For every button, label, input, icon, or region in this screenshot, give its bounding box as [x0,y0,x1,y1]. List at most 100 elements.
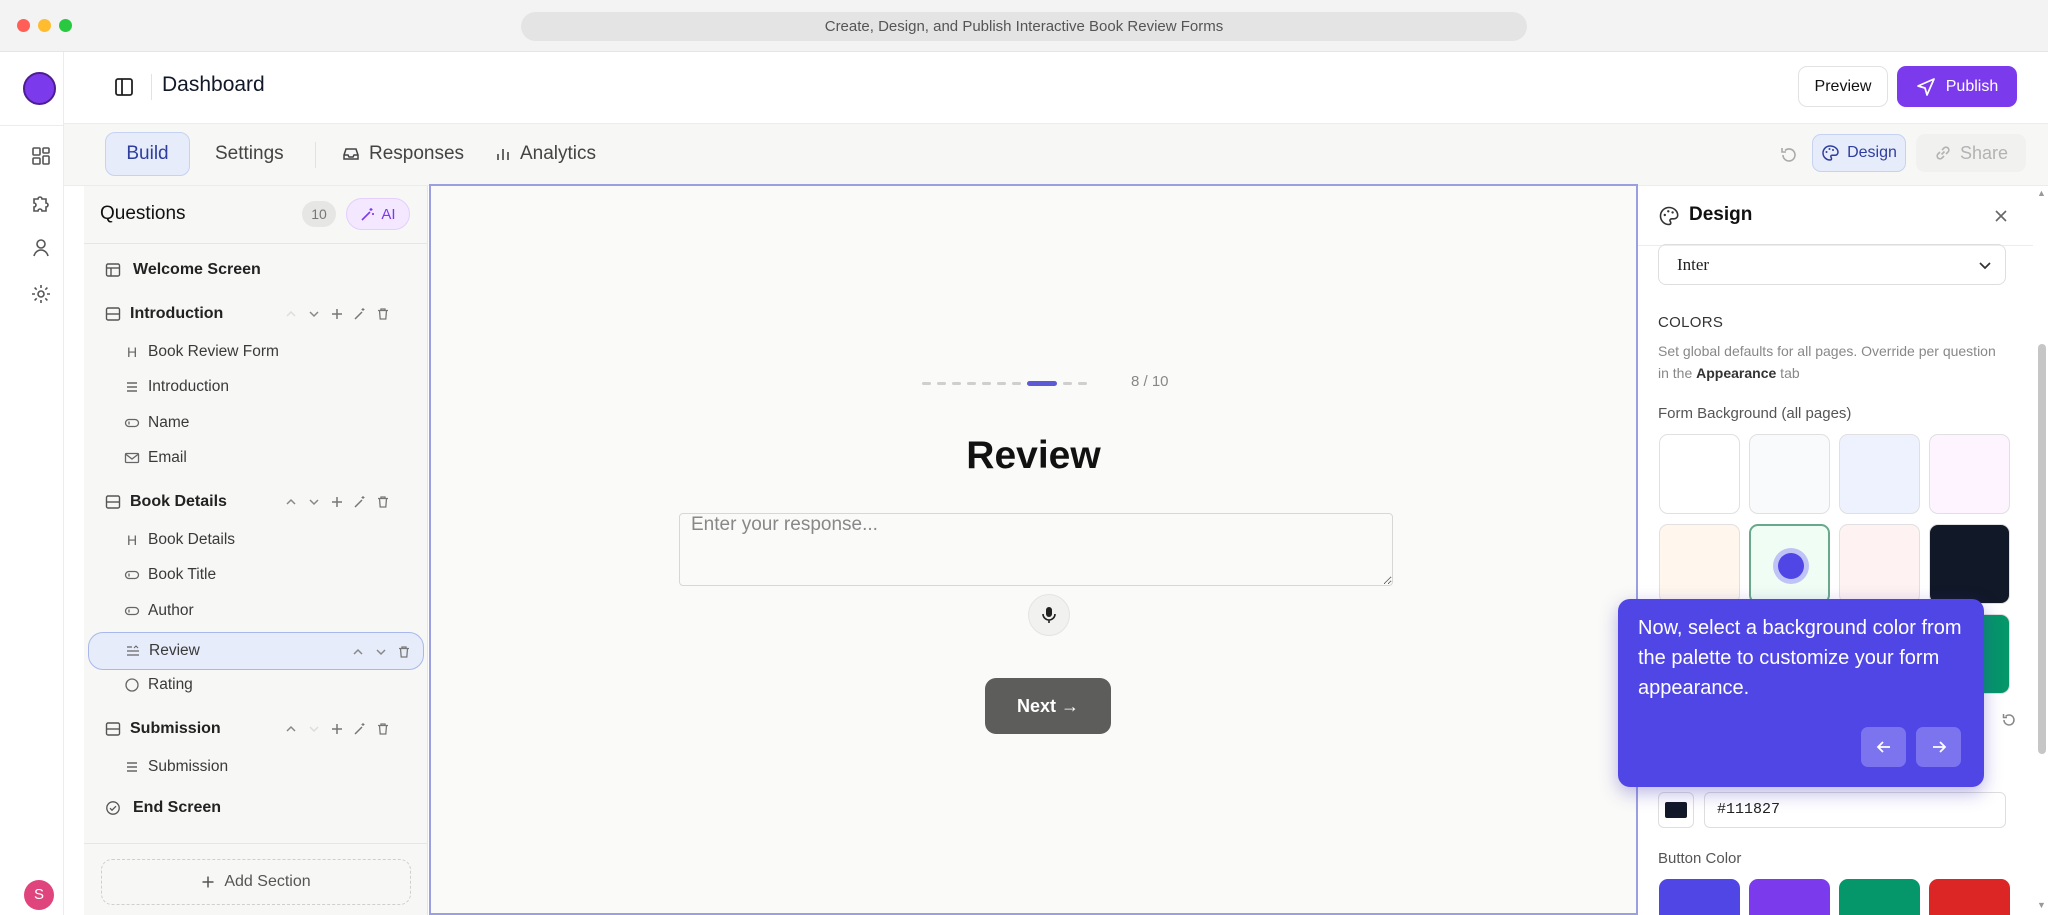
question-label: Book Review Form [148,343,279,360]
question-item[interactable]: Author [84,594,428,628]
scrollbar-thumb[interactable] [2038,344,2046,754]
background-swatch[interactable] [1929,524,2010,604]
ai-button[interactable]: AI [346,198,410,230]
chevron-down-icon[interactable] [307,307,321,321]
background-swatch-selected[interactable] [1749,524,1830,604]
background-swatch[interactable] [1839,524,1920,604]
background-swatch[interactable] [1839,434,1920,514]
app-logo-icon[interactable] [23,72,56,105]
section-submission[interactable]: Submission [84,712,428,746]
magic-wand-icon[interactable] [353,495,367,509]
question-item[interactable]: Name [84,406,428,440]
tooltip-next-button[interactable] [1916,727,1961,767]
tab-analytics[interactable]: Analytics [495,132,596,176]
maximize-window-icon[interactable] [59,19,72,32]
puzzle-icon[interactable] [30,191,52,213]
question-item[interactable]: H Book Details [84,523,428,557]
plus-icon [202,876,214,888]
welcome-screen-item[interactable]: Welcome Screen [84,253,428,287]
user-icon[interactable] [30,237,52,259]
microphone-button[interactable] [1028,594,1070,636]
font-select[interactable]: Inter [1658,244,2006,285]
scroll-up-arrow[interactable]: ▲ [2037,188,2046,198]
tooltip-previous-button[interactable] [1861,727,1906,767]
chevron-down-icon[interactable] [374,645,388,659]
section-icon [105,495,121,509]
question-item[interactable]: Submission [84,750,428,784]
background-swatch[interactable] [1929,434,2010,514]
trash-icon[interactable] [376,495,390,509]
section-title: Introduction [130,305,224,322]
question-label: Author [148,602,194,619]
tab-build[interactable]: Build [105,132,190,176]
question-item-selected[interactable]: Review [88,632,424,670]
next-button[interactable]: Next → [985,678,1111,734]
question-item[interactable]: Book Title [84,558,428,592]
send-icon [1916,77,1935,96]
email-icon [124,452,140,464]
chevron-down-icon[interactable] [307,722,321,736]
short-text-icon [124,570,140,580]
scroll-down-arrow[interactable]: ▼ [2037,900,2046,910]
preview-button[interactable]: Preview [1798,66,1888,107]
chevron-up-icon[interactable] [284,722,298,736]
magic-wand-icon[interactable] [353,722,367,736]
background-swatch[interactable] [1749,434,1830,514]
close-window-icon[interactable] [17,19,30,32]
section-book-details[interactable]: Book Details [84,485,428,519]
plus-icon[interactable] [330,307,344,321]
question-item[interactable]: H Book Review Form [84,335,428,369]
trash-icon[interactable] [397,645,411,659]
progress-step [997,382,1006,385]
question-label: Rating [148,676,193,693]
progress-step [937,382,946,385]
left-rail: S [0,52,64,915]
chevron-down-icon[interactable] [307,495,321,509]
question-heading: Review [966,434,1101,477]
design-button[interactable]: Design [1812,134,1906,172]
question-item[interactable]: Rating [84,668,428,702]
button-color-swatch[interactable] [1839,879,1920,915]
page-title: Dashboard [162,73,265,96]
progress-step [982,382,991,385]
trash-icon[interactable] [376,307,390,321]
layout-icon [105,263,121,277]
question-item[interactable]: Email [84,441,428,475]
button-color-swatch[interactable] [1929,879,2010,915]
share-button[interactable]: Share [1916,134,2026,172]
chevron-up-icon[interactable] [284,307,298,321]
minimize-window-icon[interactable] [38,19,51,32]
question-item[interactable]: Introduction [84,370,428,404]
add-section-button[interactable]: Add Section [101,859,411,905]
undo-icon[interactable] [1778,144,1800,166]
response-input[interactable] [679,513,1393,586]
publish-button[interactable]: Publish [1897,66,2017,107]
plus-icon[interactable] [330,495,344,509]
button-color-swatch[interactable] [1749,879,1830,915]
end-screen-item[interactable]: End Screen [84,791,428,825]
background-swatch[interactable] [1659,434,1740,514]
chevron-up-icon[interactable] [284,495,298,509]
questions-panel: Questions 10 AI Welcome Screen Introduct… [84,186,428,915]
button-color-swatch[interactable] [1659,879,1740,915]
dashboard-grid-icon[interactable] [30,145,52,167]
section-introduction[interactable]: Introduction [84,297,428,331]
user-avatar[interactable]: S [24,880,54,910]
tab-settings[interactable]: Settings [215,132,284,176]
tab-responses[interactable]: Responses [342,132,464,176]
close-icon[interactable] [1990,205,2012,227]
chevron-up-icon[interactable] [351,645,365,659]
plus-icon[interactable] [330,722,344,736]
progress-step [1012,382,1021,385]
text-color-chip[interactable] [1658,792,1694,828]
progress-indicator [922,381,1087,386]
sidebar-toggle-icon[interactable] [112,75,136,99]
trash-icon[interactable] [376,722,390,736]
background-swatch[interactable] [1659,524,1740,604]
magic-wand-icon[interactable] [353,307,367,321]
selected-indicator [1778,553,1804,579]
text-color-hex-input[interactable]: #111827 [1704,792,2006,828]
reset-icon[interactable] [2000,711,2018,729]
button-color-label: Button Color [1658,850,1742,867]
gear-icon[interactable] [30,283,52,305]
